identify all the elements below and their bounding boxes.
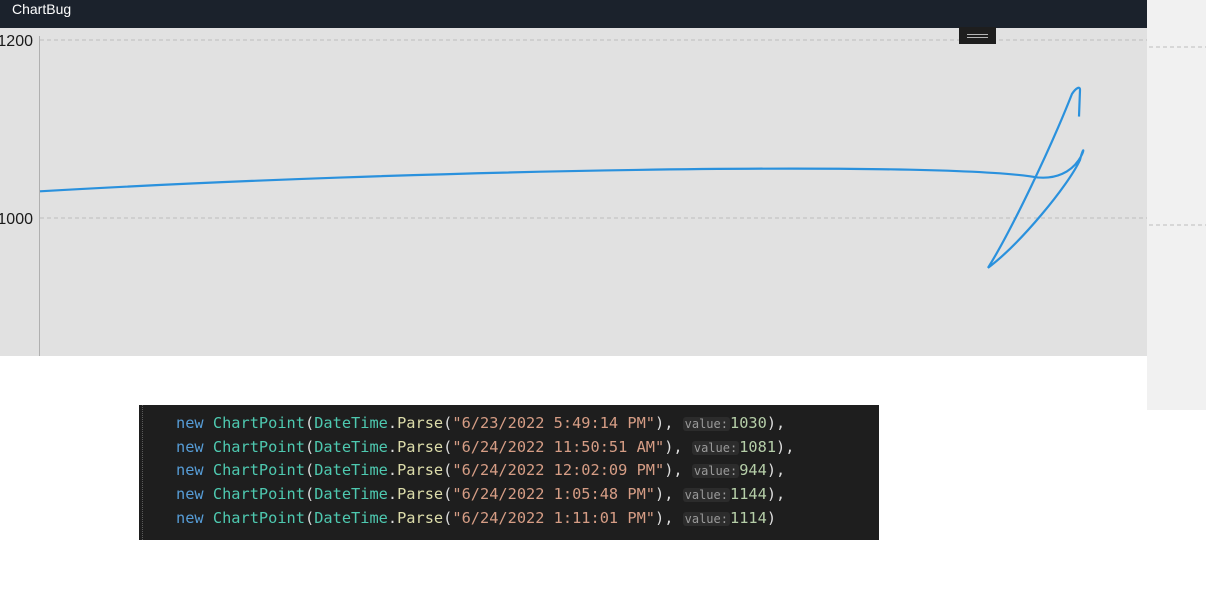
keyword-new: new bbox=[176, 485, 204, 504]
code-line: new ChartPoint(DateTime.Parse("6/24/2022… bbox=[176, 485, 785, 503]
date-string: "6/23/2022 5:49:14 PM" bbox=[452, 414, 655, 432]
class-name: ChartPoint bbox=[212, 437, 305, 456]
date-string: "6/24/2022 1:11:01 PM" bbox=[452, 508, 655, 527]
paren: ( bbox=[304, 461, 315, 480]
class-name: DateTime bbox=[314, 508, 388, 527]
punct: ), bbox=[664, 437, 692, 456]
method-name: Parse bbox=[397, 485, 444, 504]
method-name: Parse bbox=[397, 461, 444, 480]
dot: . bbox=[387, 485, 398, 504]
punct: ), bbox=[664, 461, 692, 480]
y-axis-ticks: 1200 1000 bbox=[0, 33, 33, 228]
method-name: Parse bbox=[397, 414, 444, 432]
value-literal: 1114 bbox=[729, 508, 767, 527]
punct: ), bbox=[654, 508, 683, 527]
punct: ), bbox=[654, 485, 683, 504]
punct: ), bbox=[766, 461, 786, 480]
series-points bbox=[40, 90, 1080, 268]
paren: ( bbox=[304, 437, 315, 456]
paren: ( bbox=[443, 437, 453, 456]
method-name: Parse bbox=[397, 437, 444, 456]
date-string: "6/24/2022 12:02:09 PM" bbox=[452, 461, 665, 480]
class-name: DateTime bbox=[314, 437, 388, 456]
class-name: ChartPoint bbox=[212, 485, 305, 504]
class-name: ChartPoint bbox=[212, 508, 305, 527]
splitter-handle[interactable] bbox=[959, 27, 996, 44]
y-tick-label: 1000 bbox=[0, 211, 33, 228]
dot: . bbox=[387, 508, 398, 527]
date-string: "6/24/2022 1:05:48 PM" bbox=[452, 485, 655, 504]
grip-line bbox=[967, 37, 988, 38]
inlay-hint: value: bbox=[682, 488, 730, 503]
inlay-hint: value: bbox=[691, 440, 740, 455]
paren: ( bbox=[304, 508, 315, 527]
paren: ( bbox=[443, 414, 453, 432]
code-line: new ChartPoint(DateTime.Parse("6/24/2022… bbox=[176, 461, 785, 479]
date-string: "6/24/2022 11:50:51 AM" bbox=[452, 437, 665, 456]
paren: ( bbox=[443, 508, 453, 527]
code-editor-snippet: new ChartPoint(DateTime.Parse("6/23/2022… bbox=[139, 405, 879, 540]
punct: ), bbox=[776, 437, 795, 456]
class-name: ChartPoint bbox=[212, 414, 305, 432]
class-name: DateTime bbox=[314, 485, 388, 504]
paren: ( bbox=[304, 485, 315, 504]
value-literal: 1081 bbox=[739, 437, 777, 456]
inlay-hint: value: bbox=[682, 511, 730, 526]
inlay-hint: value: bbox=[682, 417, 730, 431]
code-line: new ChartPoint(DateTime.Parse("6/24/2022… bbox=[176, 438, 794, 456]
paren: ( bbox=[443, 485, 453, 504]
grip-line bbox=[967, 34, 988, 35]
code-line: new ChartPoint(DateTime.Parse("6/23/2022… bbox=[176, 414, 785, 432]
keyword-new: new bbox=[176, 461, 204, 480]
keyword-new: new bbox=[176, 437, 204, 456]
value-literal: 1144 bbox=[729, 485, 767, 504]
series-line bbox=[39, 86, 1085, 269]
class-name: DateTime bbox=[314, 414, 388, 432]
method-name: Parse bbox=[397, 508, 444, 527]
chart-gridlines bbox=[40, 39, 1206, 226]
punct: ), bbox=[654, 414, 683, 432]
punct: ), bbox=[766, 485, 786, 504]
code-line: new ChartPoint(DateTime.Parse("6/24/2022… bbox=[176, 509, 776, 527]
keyword-new: new bbox=[176, 414, 204, 432]
punct: ) bbox=[766, 508, 777, 527]
keyword-new: new bbox=[176, 508, 204, 527]
y-tick-label: 1200 bbox=[0, 33, 33, 50]
dot: . bbox=[387, 461, 398, 480]
paren: ( bbox=[443, 461, 453, 480]
line-chart: 1200 1000 bbox=[0, 33, 1206, 356]
dot: . bbox=[387, 414, 398, 432]
dot: . bbox=[387, 437, 398, 456]
class-name: DateTime bbox=[314, 461, 388, 480]
value-literal: 944 bbox=[739, 461, 767, 480]
class-name: ChartPoint bbox=[212, 461, 305, 480]
value-literal: 1030 bbox=[729, 414, 767, 432]
indent-guide bbox=[142, 405, 143, 540]
paren: ( bbox=[304, 414, 315, 432]
inlay-hint: value: bbox=[691, 464, 740, 479]
punct: ), bbox=[766, 414, 786, 432]
